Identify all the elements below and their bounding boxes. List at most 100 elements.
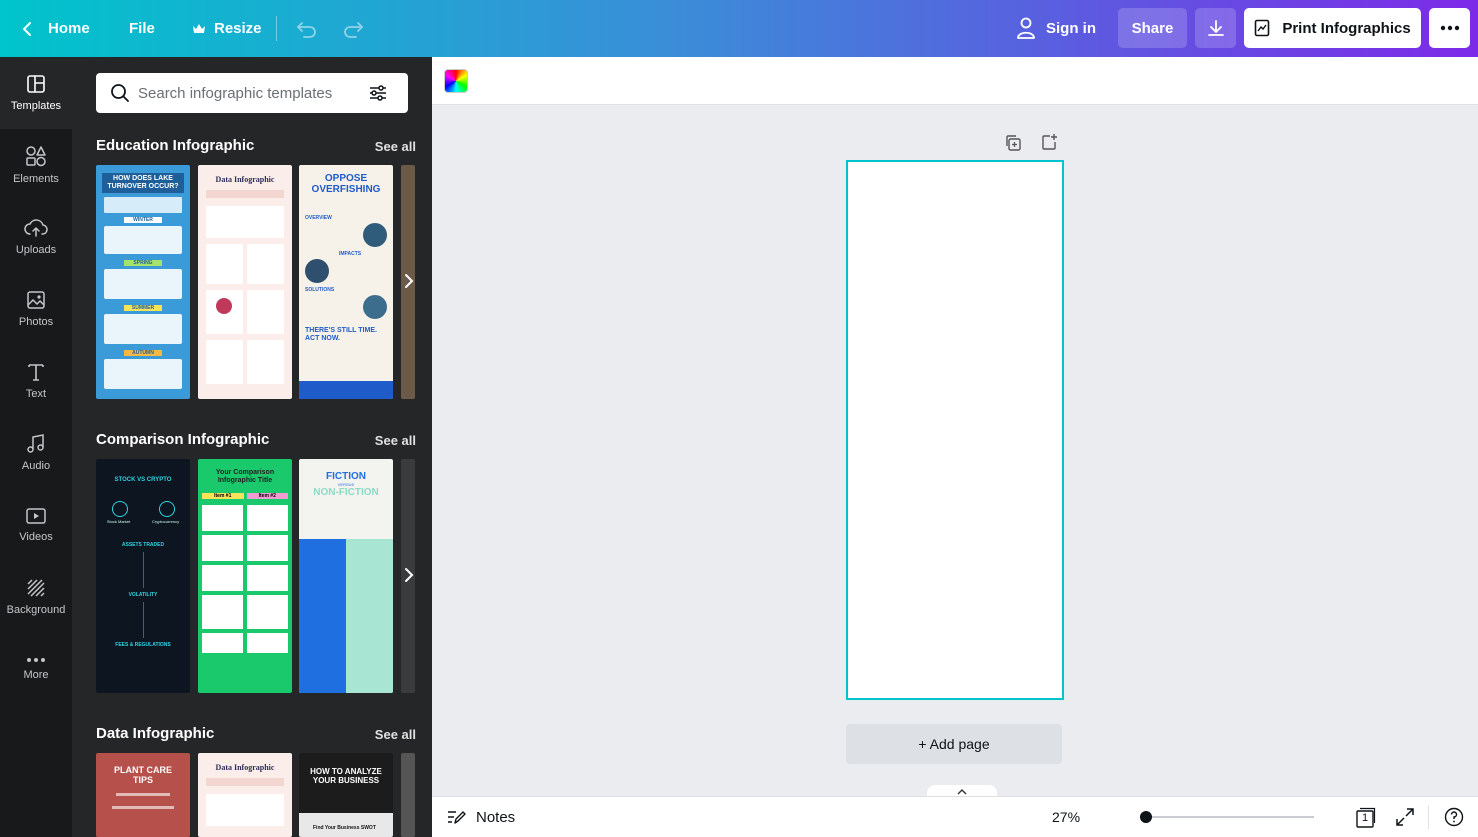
template-heading: Data Infographic bbox=[215, 175, 275, 184]
template-thumbnail-lake-turnover[interactable]: HOW DOES LAKE TURNOVER OCCUR? WINTER SPR… bbox=[96, 165, 190, 399]
template-block bbox=[206, 206, 284, 238]
template-thumbnail-comparison-title[interactable]: Your Comparison Infographic Title Item #… bbox=[198, 459, 292, 693]
template-block bbox=[206, 290, 284, 334]
user-icon bbox=[1017, 17, 1035, 39]
template-label: ASSETS TRADED bbox=[121, 542, 165, 548]
help-button[interactable] bbox=[1444, 807, 1464, 832]
template-thumbnail-data-infographic-2[interactable]: Data Infographic bbox=[198, 753, 292, 837]
template-heading: Data Infographic bbox=[215, 763, 275, 772]
share-label: Share bbox=[1131, 19, 1174, 37]
see-all-education[interactable]: See all bbox=[375, 139, 416, 154]
notes-icon bbox=[448, 811, 466, 824]
rail-item-uploads[interactable]: Uploads bbox=[0, 201, 72, 273]
divider bbox=[1428, 805, 1429, 829]
rail-item-templates[interactable]: Templates bbox=[0, 57, 72, 129]
audio-icon bbox=[27, 434, 44, 453]
template-label: WINTER bbox=[124, 217, 162, 223]
notes-button[interactable]: Notes bbox=[446, 797, 515, 837]
add-page-button[interactable]: + Add page bbox=[846, 724, 1062, 764]
template-label: Find Your Business SWOT bbox=[313, 825, 376, 831]
share-button[interactable]: Share bbox=[1118, 8, 1187, 48]
template-block bbox=[305, 259, 387, 283]
fullscreen-button[interactable] bbox=[1395, 807, 1415, 832]
rail-item-text[interactable]: Text bbox=[0, 345, 72, 417]
template-block bbox=[206, 340, 284, 384]
template-label: OVERVIEW bbox=[305, 215, 332, 221]
redo-button[interactable] bbox=[342, 0, 364, 57]
rail-label: Text bbox=[25, 388, 47, 400]
rail-item-photos[interactable]: Photos bbox=[0, 273, 72, 345]
template-block bbox=[104, 314, 182, 344]
more-dots-icon bbox=[1440, 25, 1459, 31]
see-all-comparison[interactable]: See all bbox=[375, 433, 416, 448]
zoom-slider[interactable] bbox=[1140, 811, 1314, 823]
rail-item-audio[interactable]: Audio bbox=[0, 417, 72, 489]
photos-icon bbox=[27, 291, 45, 309]
filter-icon[interactable] bbox=[368, 83, 388, 103]
scroll-right-comparison[interactable] bbox=[398, 560, 420, 590]
template-block bbox=[206, 794, 284, 826]
template-block bbox=[305, 295, 387, 319]
template-heading: STOCK VS CRYPTO bbox=[114, 477, 172, 483]
template-thumbnail-analyze-business[interactable]: HOW TO ANALYZE YOUR BUSINESS Find Your B… bbox=[299, 753, 393, 837]
template-block bbox=[116, 793, 170, 796]
template-thumbnail-partial[interactable] bbox=[401, 753, 415, 837]
rail-item-background[interactable]: Background bbox=[0, 561, 72, 633]
add-page-icon-button[interactable] bbox=[1040, 133, 1058, 156]
zoom-slider-handle[interactable] bbox=[1140, 811, 1152, 823]
template-thumbnail-oppose-overfishing[interactable]: OPPOSE OVERFISHING OVERVIEW IMPACTS SOLU… bbox=[299, 165, 393, 399]
duplicate-page-button[interactable] bbox=[1004, 134, 1022, 157]
rail-item-more[interactable]: More bbox=[0, 633, 72, 705]
template-heading: HOW TO ANALYZE YOUR BUSINESS bbox=[310, 767, 382, 785]
rail-label: Templates bbox=[10, 100, 62, 112]
template-label: THERE'S STILL TIME. ACT NOW. bbox=[305, 327, 377, 342]
text-icon bbox=[28, 364, 44, 381]
rail-label: Photos bbox=[18, 316, 54, 328]
page-count-button[interactable]: 1 bbox=[1354, 807, 1376, 829]
design-page[interactable] bbox=[846, 160, 1064, 700]
zoom-value[interactable]: 27% bbox=[1052, 797, 1080, 837]
template-block bbox=[299, 539, 346, 693]
see-all-data[interactable]: See all bbox=[375, 727, 416, 742]
rail-label: Background bbox=[6, 604, 66, 616]
template-heading: HOW DOES LAKE TURNOVER OCCUR? bbox=[102, 173, 184, 193]
template-label: FEES & REGULATIONS bbox=[115, 642, 171, 648]
template-label: VOLATILITY bbox=[128, 592, 158, 598]
uploads-icon bbox=[24, 219, 48, 237]
sign-in-label: Sign in bbox=[1046, 19, 1096, 37]
undo-button[interactable] bbox=[296, 0, 318, 57]
resize-button[interactable]: Resize bbox=[192, 0, 262, 57]
scroll-right-education[interactable] bbox=[398, 266, 420, 296]
template-thumbnail-data-infographic[interactable]: Data Infographic bbox=[198, 165, 292, 399]
undo-icon bbox=[296, 21, 316, 38]
template-thumbnail-fiction-nonfiction[interactable]: FICTION VERSUS NON-FICTION bbox=[299, 459, 393, 693]
file-menu[interactable]: File bbox=[129, 0, 155, 57]
home-button[interactable]: Home bbox=[20, 0, 90, 57]
rail-item-elements[interactable]: Elements bbox=[0, 129, 72, 201]
template-thumbnail-stock-vs-crypto[interactable]: STOCK VS CRYPTO Stock Market Cryptocurren… bbox=[96, 459, 190, 693]
sign-in-button[interactable]: Sign in bbox=[1006, 8, 1106, 48]
rail-label: More bbox=[23, 669, 49, 681]
left-rail: Templates Elements Uploads Photos Text A… bbox=[0, 57, 72, 837]
editor-toolbar bbox=[432, 57, 1478, 105]
template-heading: Your Comparison Infographic Title bbox=[215, 469, 275, 484]
more-options-button[interactable] bbox=[1429, 8, 1470, 48]
template-label: SUMMER bbox=[124, 305, 162, 311]
template-block bbox=[202, 505, 288, 653]
top-bar: Home File Resize Sign in Share Print Inf… bbox=[0, 0, 1478, 57]
chevron-left-icon bbox=[23, 21, 31, 36]
rail-item-videos[interactable]: Videos bbox=[0, 489, 72, 561]
print-infographics-button[interactable]: Print Infographics bbox=[1244, 8, 1421, 48]
print-icon bbox=[1255, 19, 1270, 37]
file-label: File bbox=[129, 20, 155, 37]
crown-icon bbox=[193, 23, 205, 33]
rail-label: Videos bbox=[19, 531, 53, 543]
help-icon bbox=[1444, 807, 1464, 827]
template-thumbnail-plant-care[interactable]: PLANT CARE TIPS bbox=[96, 753, 190, 837]
divider bbox=[276, 16, 277, 41]
template-heading: PLANT CARE TIPS bbox=[114, 765, 172, 785]
template-label: Cryptocurrency bbox=[151, 519, 180, 524]
color-picker-button[interactable] bbox=[444, 69, 468, 93]
download-button[interactable] bbox=[1195, 8, 1236, 48]
search-input[interactable] bbox=[138, 84, 368, 102]
